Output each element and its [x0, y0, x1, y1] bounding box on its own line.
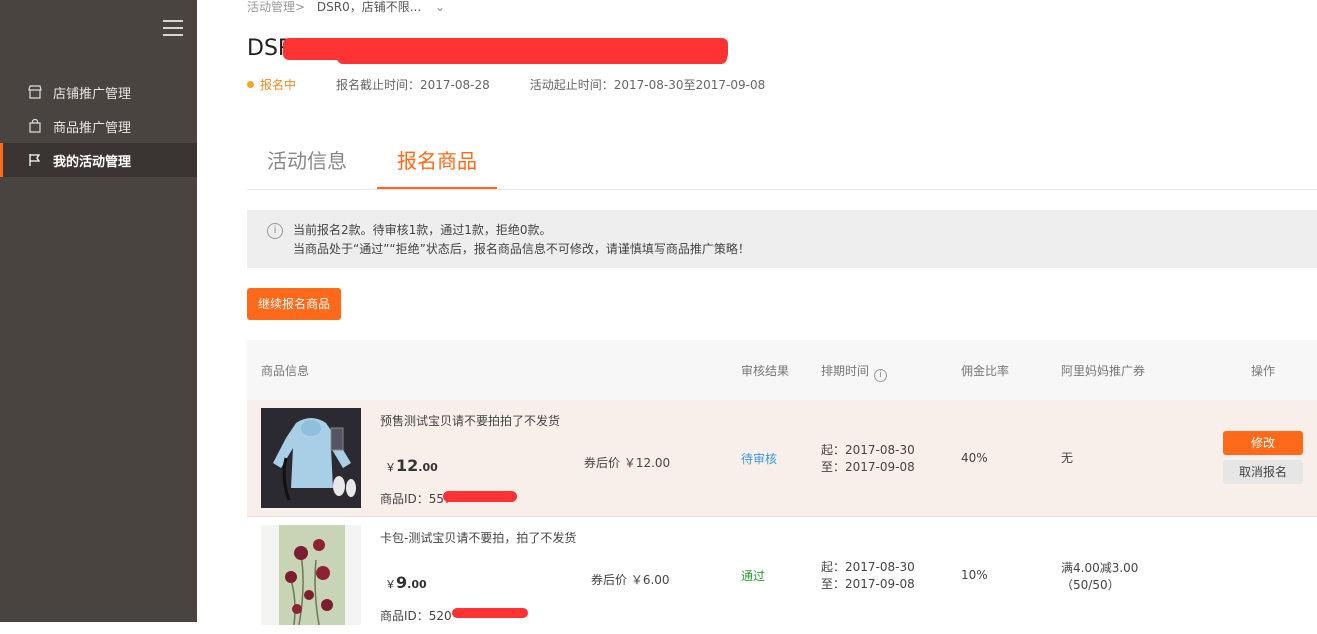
activity-period: 活动起止时间：2017-08-30至2017-09-08	[529, 78, 766, 92]
schedule-end: 至：2017-09-08	[821, 460, 915, 474]
promo-coupon: 满4.00减3.00 （50/50）	[1061, 560, 1138, 594]
col-schedule: 排期时间 i	[821, 362, 888, 382]
activity-meta: 报名中 报名截止时间：2017-08-28 活动起止时间：2017-08-30至…	[247, 76, 765, 93]
price-decimal: .00	[418, 461, 438, 474]
breadcrumb-parent[interactable]: 活动管理>	[247, 0, 305, 14]
sidebar-item-my-activities[interactable]: 我的活动管理	[0, 143, 197, 177]
flag-icon	[29, 154, 41, 166]
edit-button[interactable]: 修改	[1223, 431, 1303, 455]
notice-line-1: 当前报名2款。待审核1款，通过1款，拒绝0款。	[293, 223, 552, 237]
signup-deadline: 报名截止时间：2017-08-28	[336, 78, 490, 92]
notice-banner: i 当前报名2款。待审核1款，通过1款，拒绝0款。 当商品处于“通过”“拒绝”状…	[247, 210, 1317, 268]
sidebar-item-label: 商品推广管理	[53, 120, 132, 136]
audit-status: 通过	[741, 569, 766, 583]
info-icon[interactable]: i	[874, 369, 888, 382]
schedule-start: 起：2017-08-30	[821, 443, 915, 457]
breadcrumb: 活动管理> DSR0，店铺不限... ⌄	[247, 0, 445, 15]
col-audit: 审核结果	[741, 364, 790, 378]
sidebar-item-label: 我的活动管理	[53, 154, 132, 170]
col-schedule-label: 排期时间	[821, 364, 870, 378]
price-decimal: .00	[407, 578, 427, 591]
bag-icon	[29, 119, 41, 133]
commission-rate: 10%	[961, 568, 988, 582]
sidebar-item-label: 店铺推广管理	[53, 86, 132, 102]
col-coupon: 阿里妈妈推广券	[1061, 364, 1146, 378]
tab-bar: 活动信息 报名商品	[247, 130, 1317, 190]
sidebar: 店铺推广管理 商品推广管理 我的活动管理	[0, 0, 197, 622]
menu-toggle-icon[interactable]	[163, 20, 183, 36]
product-price: ￥12.00	[385, 456, 438, 475]
promo-coupon-line-2: （50/50）	[1061, 578, 1120, 592]
chevron-down-icon[interactable]: ⌄	[435, 0, 445, 14]
main-content: 活动管理> DSR0，店铺不限... ⌄ DSR0 报名中 报名截止时间：201…	[197, 0, 1317, 634]
redaction-mark	[452, 608, 528, 618]
info-icon: i	[267, 223, 283, 239]
product-price: ￥9.00	[385, 573, 427, 592]
product-id: 商品ID：557	[380, 492, 452, 506]
product-id: 商品ID：520	[380, 609, 452, 623]
schedule: 起：2017-08-30 至：2017-09-08	[821, 442, 915, 476]
product-thumbnail[interactable]	[261, 408, 361, 508]
sidebar-item-product-promotion[interactable]: 商品推广管理	[0, 109, 197, 143]
activity-selector[interactable]: DSR0，店铺不限...	[317, 0, 421, 14]
table-header: 商品信息 审核结果 排期时间 i 佣金比率 阿里妈妈推广券 操作	[247, 340, 1317, 400]
col-product: 商品信息	[261, 364, 310, 378]
redaction-mark	[337, 50, 727, 64]
price-currency: ￥	[385, 461, 396, 474]
col-ops: 操作	[1251, 364, 1276, 378]
coupon-price: 券后价 ￥6.00	[591, 573, 670, 587]
schedule-start: 起：2017-08-30	[821, 560, 915, 574]
schedule-end: 至：2017-09-08	[821, 577, 915, 591]
sidebar-item-store-promotion[interactable]: 店铺推广管理	[0, 75, 197, 109]
tab-activity-info[interactable]: 活动信息	[267, 145, 347, 189]
status-text: 报名中	[260, 78, 297, 92]
product-name[interactable]: 卡包-测试宝贝请不要拍，拍了不发货	[380, 529, 576, 546]
continue-register-button[interactable]: 继续报名商品	[247, 288, 341, 320]
price-integer: 12	[396, 456, 419, 475]
redaction-mark	[443, 491, 517, 502]
commission-rate: 40%	[961, 451, 988, 465]
tab-registered-products[interactable]: 报名商品	[377, 145, 497, 189]
table-row: 预售测试宝贝请不要拍拍了不发货 ￥12.00 商品ID：557 券后价 ￥12.…	[247, 400, 1317, 517]
audit-status: 待审核	[741, 452, 778, 466]
coupon-price: 券后价 ￥12.00	[584, 456, 671, 470]
price-integer: 9	[396, 573, 408, 592]
table-row: 卡包-测试宝贝请不要拍，拍了不发货 ￥9.00 商品ID：520 券后价 ￥6.…	[247, 517, 1317, 634]
promo-coupon-line-1: 满4.00减3.00	[1061, 561, 1139, 575]
status-badge: 报名中	[247, 76, 296, 93]
status-dot-icon	[247, 81, 254, 88]
schedule: 起：2017-08-30 至：2017-09-08	[821, 559, 915, 593]
product-thumbnail[interactable]	[261, 525, 361, 625]
price-currency: ￥	[385, 578, 396, 591]
promo-coupon-line-1: 无	[1061, 451, 1074, 465]
cancel-registration-button[interactable]: 取消报名	[1223, 460, 1303, 484]
col-commission: 佣金比率	[961, 364, 1010, 378]
promo-coupon: 无	[1061, 450, 1073, 467]
product-name[interactable]: 预售测试宝贝请不要拍拍了不发货	[380, 412, 560, 429]
store-icon	[28, 85, 42, 99]
notice-line-2: 当商品处于“通过”“拒绝”状态后，报名商品信息不可修改，请谨慎填写商品推广策略！	[293, 242, 750, 256]
